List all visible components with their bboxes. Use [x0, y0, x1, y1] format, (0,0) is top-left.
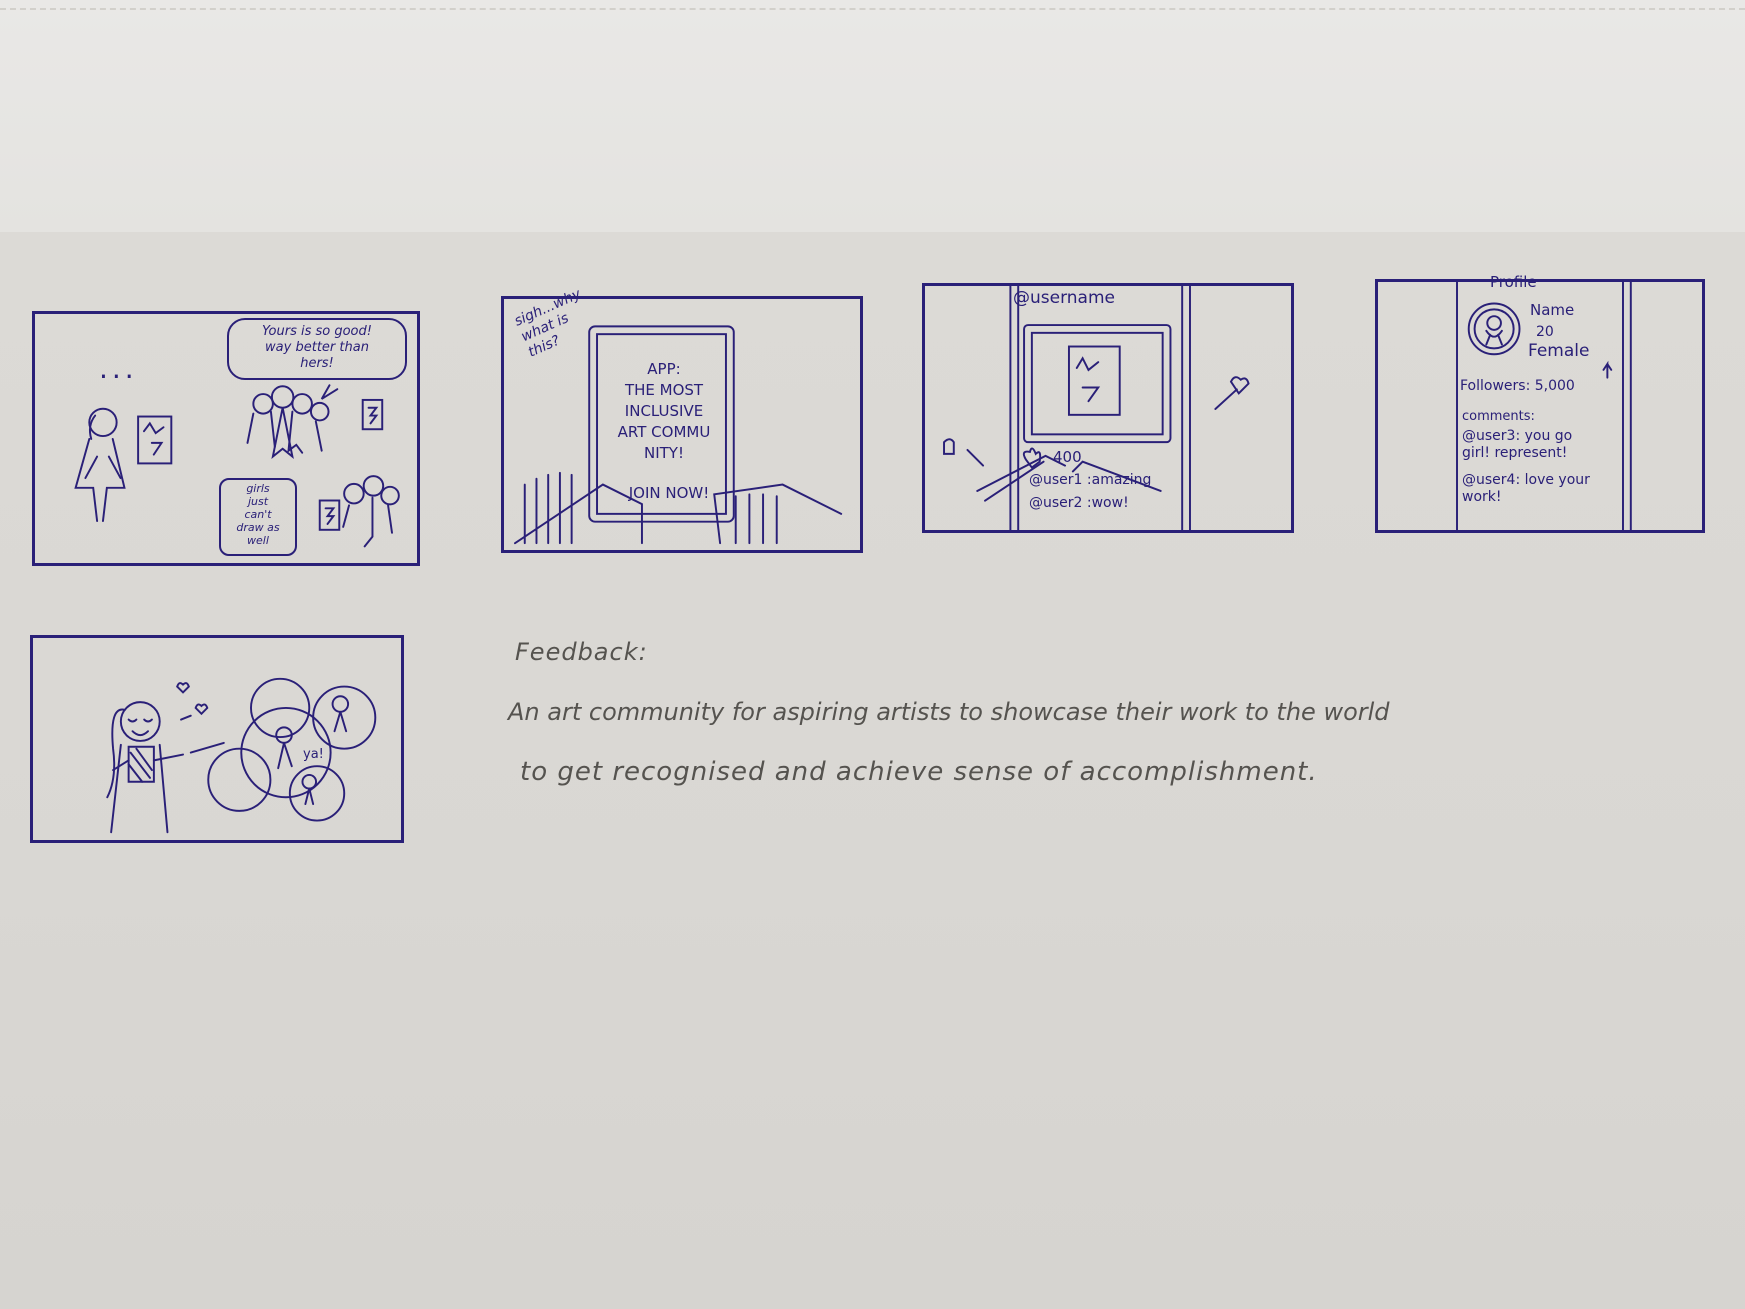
comments-label: comments: — [1462, 409, 1535, 424]
comment-amazing: @user1 :amazing — [1029, 472, 1152, 488]
storyboard-panel-4: Profile Name 20 Female Followers: 5,000 … — [1375, 274, 1705, 533]
profile-gender: Female — [1528, 341, 1590, 361]
storyboard-panel-2: sigh...why what is this? APP: THE MOST I… — [501, 286, 863, 553]
ellipsis: ... — [99, 352, 138, 385]
speech-bubble-praise: Yours is so good! way better than hers! — [227, 318, 407, 380]
comment-love-your-work: @user4: love your work! — [1462, 472, 1590, 505]
feedback-line-1: An art community for aspiring artists to… — [508, 698, 1390, 726]
panel-3-sketch — [943, 285, 1250, 531]
follower-count: Followers: 5,000 — [1460, 378, 1575, 394]
top-paper-sheet — [0, 0, 1745, 233]
perforation-edge — [0, 8, 1745, 10]
profile-title: Profile — [1490, 273, 1537, 291]
storyboard-panel-1: ... Yours is so good! way better than he… — [32, 311, 420, 566]
storyboard-panel-5: ya! — [30, 635, 404, 843]
feedback-heading: Feedback: — [515, 638, 648, 666]
app-ad-headline: APP: THE MOST INCLUSIVE ART COMMU NITY! — [617, 360, 711, 462]
storyboard-panel-3: @username 400 @user1 :amazing @user2 :wo… — [922, 283, 1294, 533]
panel-5-sketch — [106, 677, 377, 834]
crowd-cheer: ya! — [303, 747, 324, 762]
comment-you-go-girl: @user3: you go girl! represent! — [1462, 428, 1573, 461]
like-count: 400 — [1053, 448, 1082, 466]
username-label: @username — [1013, 288, 1115, 308]
join-now-cta: JOIN NOW! — [628, 484, 710, 502]
profile-name: Name — [1530, 301, 1575, 319]
comment-wow: @user2 :wow! — [1029, 495, 1129, 511]
profile-age: 20 — [1536, 324, 1554, 340]
feedback-line-2: to get recognised and achieve sense of a… — [520, 757, 1318, 787]
speech-bubble-sexist-remark: girls just can't draw as well — [219, 478, 297, 556]
